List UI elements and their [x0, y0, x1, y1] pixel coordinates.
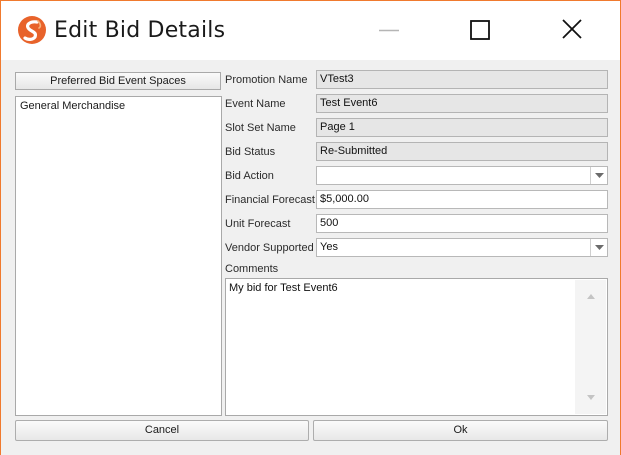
- minimize-icon: [379, 29, 399, 32]
- unit-forecast-input[interactable]: 500: [316, 214, 608, 233]
- slot-set-name-label: Slot Set Name: [225, 122, 296, 134]
- promotion-name-label: Promotion Name: [225, 74, 308, 86]
- close-icon: [562, 19, 582, 39]
- title-bar[interactable]: Edit Bid Details: [1, 1, 620, 60]
- bid-status-label: Bid Status: [225, 146, 276, 158]
- bid-event-spaces-list[interactable]: General Merchandise: [15, 96, 222, 416]
- unit-forecast-label: Unit Forecast: [225, 218, 291, 230]
- event-name-label: Event Name: [225, 98, 286, 110]
- financial-forecast-label: Financial Forecast: [225, 194, 315, 206]
- chevron-down-icon: [595, 173, 604, 178]
- app-logo-icon: [18, 16, 46, 44]
- vendor-supported-label: Vendor Supported: [225, 242, 314, 254]
- event-name-field: Test Event6: [316, 94, 608, 113]
- dialog-body: Preferred Bid Event Spaces General Merch…: [1, 60, 620, 455]
- bid-action-dropdown-button[interactable]: [590, 167, 607, 184]
- bid-action-label: Bid Action: [225, 170, 274, 182]
- ok-button[interactable]: Ok: [313, 420, 608, 441]
- scroll-down-icon[interactable]: [586, 394, 596, 402]
- maximize-button[interactable]: [453, 1, 507, 60]
- scroll-up-icon[interactable]: [586, 292, 596, 300]
- edit-bid-details-dialog: Edit Bid Details Preferred Bid Event Spa…: [0, 0, 621, 455]
- vendor-supported-dropdown-button[interactable]: [590, 239, 607, 256]
- close-button[interactable]: [545, 1, 599, 60]
- bid-status-field: Re-Submitted: [316, 142, 608, 161]
- vendor-supported-dropdown[interactable]: Yes: [316, 238, 608, 257]
- comments-textarea[interactable]: My bid for Test Event6: [225, 278, 608, 416]
- window-title: Edit Bid Details: [54, 18, 226, 43]
- preferred-bid-event-spaces-header[interactable]: Preferred Bid Event Spaces: [15, 72, 221, 90]
- comments-scrollbar[interactable]: [575, 280, 606, 414]
- chevron-down-icon: [595, 245, 604, 250]
- financial-forecast-input[interactable]: $5,000.00: [316, 190, 608, 209]
- promotion-name-field: VTest3: [316, 70, 608, 89]
- vendor-supported-value: Yes: [320, 241, 338, 253]
- comments-text: My bid for Test Event6: [229, 282, 338, 294]
- list-item[interactable]: General Merchandise: [16, 97, 221, 115]
- cancel-button[interactable]: Cancel: [15, 420, 309, 441]
- bid-action-dropdown[interactable]: [316, 166, 608, 185]
- minimize-button[interactable]: [363, 1, 417, 60]
- comments-label: Comments: [225, 263, 279, 275]
- slot-set-name-field: Page 1: [316, 118, 608, 137]
- maximize-icon: [470, 20, 490, 40]
